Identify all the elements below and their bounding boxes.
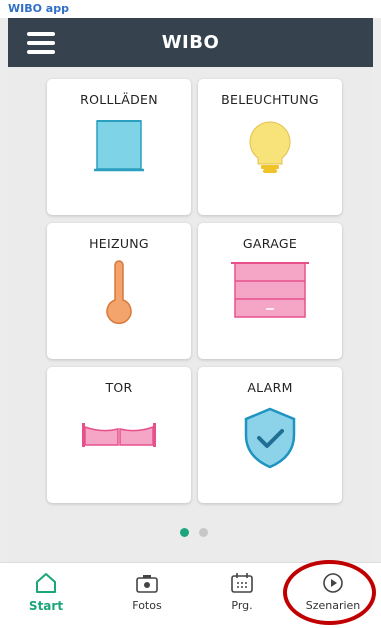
tab-label: Fotos <box>132 599 162 612</box>
roller-shutter-icon <box>94 120 144 172</box>
calendar-icon <box>231 573 253 593</box>
tab-programs[interactable]: Prg. <box>202 563 282 623</box>
tile-tor[interactable]: TOR <box>47 367 191 503</box>
tab-label: Prg. <box>231 599 253 612</box>
top-strip: WIBO app <box>0 0 381 18</box>
tile-beleuchtung[interactable]: BELEUCHTUNG <box>198 79 342 215</box>
tile-heizung[interactable]: HEIZUNG <box>47 223 191 359</box>
app-title: WIBO <box>161 32 220 53</box>
thermometer-icon <box>106 260 132 325</box>
gate-icon <box>82 423 156 447</box>
caption: WIBO app <box>8 2 69 15</box>
tab-label: Start <box>28 599 64 613</box>
page-indicator <box>8 528 373 538</box>
shield-check-icon <box>244 407 296 469</box>
highlight-ring <box>283 560 376 625</box>
page-dot[interactable] <box>199 528 208 537</box>
home-icon <box>36 573 56 593</box>
camera-icon <box>136 575 158 593</box>
tile-alarm[interactable]: ALARM <box>198 367 342 503</box>
app-header: WIBO <box>8 18 373 67</box>
tile-rolllaeden[interactable]: ROLLLÄDEN <box>47 79 191 215</box>
tab-fotos[interactable]: Fotos <box>107 563 187 623</box>
page-dot-active[interactable] <box>180 528 189 537</box>
tab-start[interactable]: Start <box>6 563 86 623</box>
tile-garage[interactable]: GARAGE <box>198 223 342 359</box>
garage-door-icon <box>231 262 309 318</box>
content-area: ROLLLÄDEN BELEUCHTUNG HEIZUNG GARAGE TOR… <box>8 67 373 562</box>
lightbulb-icon <box>249 121 291 173</box>
